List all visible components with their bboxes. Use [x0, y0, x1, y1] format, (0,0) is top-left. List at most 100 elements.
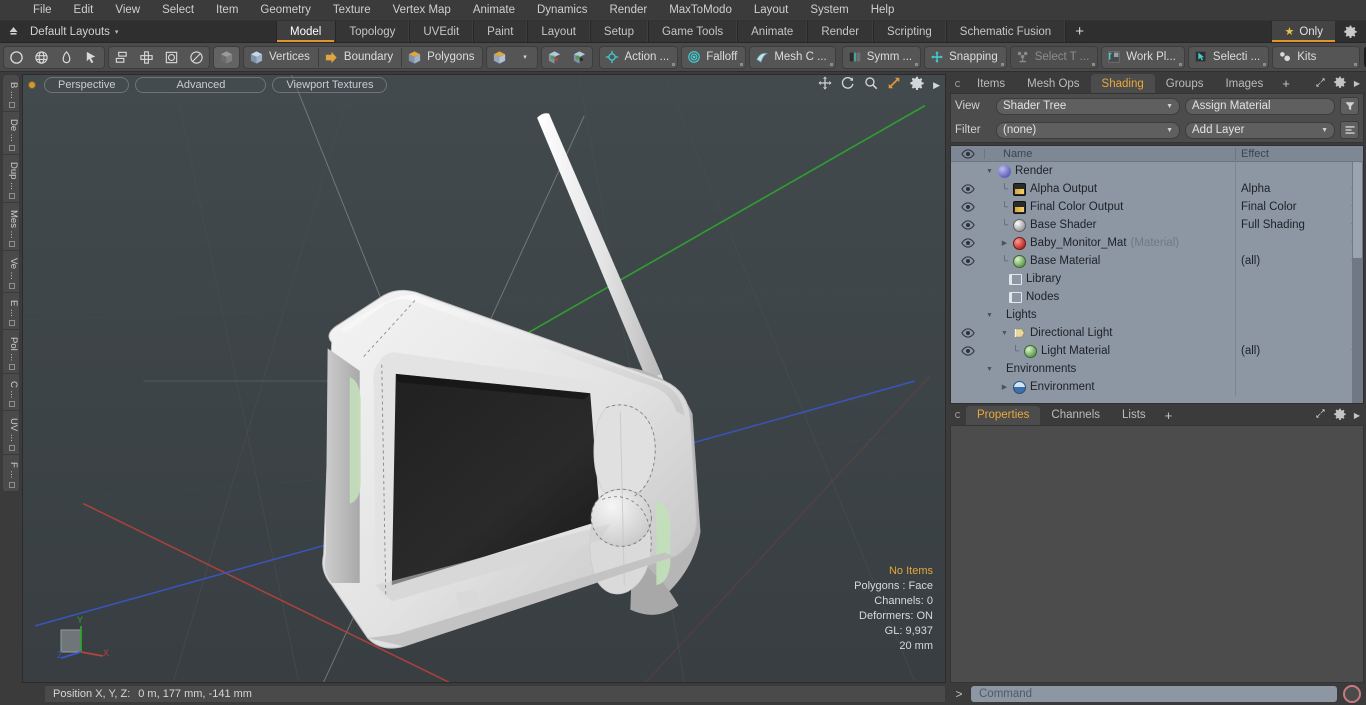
only-toggle[interactable]: ★ Only [1271, 21, 1335, 42]
row-eye-toggle[interactable] [951, 202, 985, 212]
expand-icon[interactable] [1315, 77, 1326, 91]
menu-item-item[interactable]: Item [205, 0, 249, 20]
chevron-right-icon[interactable]: ▶ [1354, 79, 1360, 88]
table-row[interactable]: ▶ Environment [951, 378, 1363, 396]
add-layer-dropdown[interactable]: Add Layer ▼ [1185, 121, 1335, 139]
mesh-constraint-button[interactable]: Mesh C ... [749, 45, 836, 69]
menu-item-help[interactable]: Help [860, 0, 906, 20]
table-row[interactable]: └ Base Material (all) ▼ [951, 252, 1363, 270]
expand-toggle-icon[interactable]: ▼ [1000, 330, 1009, 337]
rail-tab-mesh-edit[interactable]: Mes ... [3, 202, 19, 252]
kits-button[interactable]: Kits [1272, 45, 1361, 69]
row-effect-cell[interactable] [1235, 324, 1363, 342]
falloff-button[interactable]: Falloff [681, 45, 747, 69]
rail-tab-basic[interactable]: B ... [3, 75, 19, 112]
tab-schematic-fusion[interactable]: Schematic Fusion [945, 21, 1066, 42]
rail-tab-edge[interactable]: E ... [3, 292, 19, 330]
tab-images[interactable]: Images [1214, 74, 1274, 93]
work-plane-button[interactable]: Work Pl... [1101, 45, 1185, 69]
paint-cube-icon[interactable] [542, 47, 567, 68]
teardrop-icon[interactable] [54, 47, 79, 68]
viewport-perspective-dropdown[interactable]: Perspective [44, 77, 130, 93]
tab-channels[interactable]: Channels [1040, 406, 1111, 425]
row-effect-cell[interactable] [1235, 378, 1363, 396]
chevron-right-icon[interactable]: ▶ [1354, 411, 1360, 420]
tab-shading[interactable]: Shading [1090, 74, 1155, 93]
row-effect-cell[interactable]: Final Color ▼ [1235, 198, 1363, 216]
rail-tab-uv[interactable]: UV ... [3, 411, 19, 456]
item-mode-dropdown[interactable]: ▾ [512, 47, 537, 68]
tab-animate[interactable]: Animate [737, 21, 808, 42]
tab-game-tools[interactable]: Game Tools [647, 21, 738, 42]
menu-item-layout[interactable]: Layout [743, 0, 800, 20]
table-row[interactable]: └ Alpha Output Alpha ▼ [951, 180, 1363, 198]
menu-item-system[interactable]: System [799, 0, 859, 20]
rail-tab-duplicate[interactable]: Dup ... [3, 154, 19, 203]
table-row[interactable]: ▶ Baby_Monitor_Mat (Material) ▼ [951, 234, 1363, 252]
menu-item-geometry[interactable]: Geometry [249, 0, 322, 20]
row-eye-toggle[interactable] [951, 220, 985, 230]
table-row[interactable]: ▼ Lights [951, 306, 1363, 324]
rail-tab-curve[interactable]: C ... [3, 373, 19, 412]
row-eye-toggle[interactable] [951, 328, 985, 338]
list-align-icon[interactable] [1340, 121, 1359, 139]
assign-material-field[interactable]: Assign Material [1185, 97, 1335, 115]
row-eye-toggle[interactable] [951, 184, 985, 194]
zoom-icon[interactable] [864, 76, 878, 95]
selection-mode-boundary[interactable]: Boundary [319, 46, 401, 69]
row-effect-cell[interactable]: Full Shading ▼ [1235, 216, 1363, 234]
menu-item-file[interactable]: File [22, 0, 63, 20]
globe-icon[interactable] [29, 47, 54, 68]
tab-scripting[interactable]: Scripting [873, 21, 946, 42]
filter-dropdown[interactable]: (none) ▼ [996, 121, 1180, 139]
row-eye-toggle[interactable] [951, 256, 985, 266]
3d-viewport[interactable]: Y X Z Perspective Advanced Viewport Text… [22, 74, 946, 683]
tab-mesh-ops[interactable]: Mesh Ops [1016, 74, 1090, 93]
rail-tab-fusion[interactable]: F ... [3, 455, 19, 492]
expand-icon[interactable] [1315, 408, 1326, 422]
tab-uvedit[interactable]: UVEdit [409, 21, 474, 42]
rail-tab-polygon[interactable]: Pol ... [3, 329, 19, 374]
command-input[interactable]: Command [970, 685, 1338, 703]
row-effect-cell[interactable] [1235, 306, 1363, 324]
funnel-icon[interactable] [1340, 97, 1359, 115]
table-row[interactable]: └ Base Shader Full Shading ▼ [951, 216, 1363, 234]
menu-item-animate[interactable]: Animate [462, 0, 526, 20]
ellipse-icon[interactable] [184, 47, 209, 68]
center-icon[interactable] [134, 47, 159, 68]
gear-icon[interactable] [1335, 21, 1366, 42]
panel-menu-icon[interactable] [950, 74, 966, 93]
expand-toggle-icon[interactable]: ▶ [1000, 383, 1009, 391]
chevron-right-icon[interactable]: ▶ [933, 80, 940, 91]
home-up-icon[interactable] [0, 21, 26, 42]
row-effect-cell[interactable]: Alpha ▼ [1235, 180, 1363, 198]
menu-item-texture[interactable]: Texture [322, 0, 382, 20]
select-through-button[interactable]: Select T ... [1009, 45, 1099, 69]
selection-mode-vertices[interactable]: Vertices [244, 46, 318, 69]
tab-layout[interactable]: Layout [527, 21, 590, 42]
fit-icon[interactable] [887, 76, 901, 95]
row-eye-toggle[interactable] [951, 346, 985, 356]
view-dropdown[interactable]: Shader Tree ▼ [996, 97, 1180, 115]
default-layouts-dropdown[interactable]: Default Layouts ▾ [26, 21, 276, 42]
row-effect-cell[interactable] [1235, 360, 1363, 378]
expand-toggle-icon[interactable]: ▶ [1000, 239, 1009, 247]
tab-groups[interactable]: Groups [1155, 74, 1215, 93]
row-effect-cell[interactable]: (all) ▼ [1235, 252, 1363, 270]
add-panel-tab-button[interactable]: + [1274, 74, 1298, 93]
viewport-dot-icon[interactable] [28, 81, 36, 89]
tab-properties[interactable]: Properties [966, 405, 1041, 425]
circle-icon[interactable] [4, 47, 29, 68]
viewport-shading-dropdown[interactable]: Advanced [135, 77, 267, 93]
tab-topology[interactable]: Topology [335, 21, 410, 42]
cursor-arrow-icon[interactable] [79, 47, 104, 68]
rail-tab-vertex[interactable]: Ve ... [3, 251, 19, 293]
rail-tab-deform[interactable]: De ... [3, 111, 19, 155]
table-row[interactable]: ▼ Environments [951, 360, 1363, 378]
menu-item-dynamics[interactable]: Dynamics [526, 0, 598, 20]
tab-setup[interactable]: Setup [589, 21, 648, 42]
row-effect-cell[interactable]: (all) ▼ [1235, 342, 1363, 360]
menu-item-select[interactable]: Select [151, 0, 205, 20]
table-row[interactable]: ▼ Render [951, 162, 1363, 180]
gear-icon[interactable] [1334, 76, 1346, 91]
